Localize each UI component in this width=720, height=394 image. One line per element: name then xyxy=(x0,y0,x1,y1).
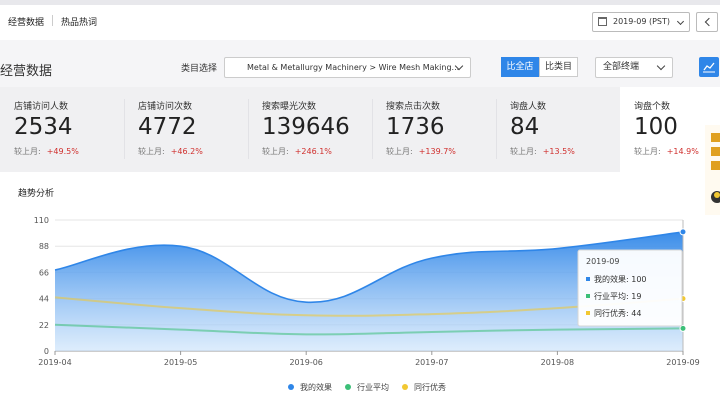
tooltip-marker xyxy=(586,294,590,298)
metric-label: 询盘人数 xyxy=(510,102,547,112)
metric-card[interactable]: 店铺访问次数 4772 较上月: +46.2% xyxy=(124,87,248,172)
metric-delta: +139.7% xyxy=(418,147,456,156)
tooltip-row: 行业平均: 19 xyxy=(594,291,641,301)
metric-comparison-label: 较上月: xyxy=(510,147,537,156)
tooltip-row: 同行优秀: 44 xyxy=(594,308,641,318)
metric-label: 搜索曝光次数 xyxy=(262,102,317,112)
line-chart-icon xyxy=(703,62,715,73)
metric-card[interactable]: 店铺访问人数 2534 较上月: +49.5% xyxy=(0,87,124,172)
metric-comparison: 较上月: +49.5% xyxy=(14,146,79,157)
metric-label: 店铺访问人数 xyxy=(14,102,69,112)
metric-comparison: 较上月: +246.1% xyxy=(262,146,332,157)
y-tick-label: 44 xyxy=(39,295,49,304)
metric-card[interactable]: 搜索曝光次数 139646 较上月: +246.1% xyxy=(248,87,372,172)
metric-label: 询盘个数 xyxy=(634,102,671,112)
metric-value: 2534 xyxy=(14,114,73,140)
tooltip-marker xyxy=(586,277,590,281)
metric-delta: +13.5% xyxy=(542,147,575,156)
legend-dot xyxy=(345,384,351,390)
legend-label: 行业平均 xyxy=(357,383,389,392)
top-bar: 经营数据 热品热词 2019-09 (PST) xyxy=(0,0,720,40)
x-tick-label: 2019-05 xyxy=(164,358,197,367)
terminal-select[interactable]: 全部终端 xyxy=(595,57,673,78)
trend-chart: 0 22 44 66 88 110 2019-04 2019-05 2019-06 2019-07… xyxy=(34,216,700,367)
page-title: 经营数据 xyxy=(0,64,53,79)
tooltip-marker xyxy=(586,311,590,315)
metric-value: 139646 xyxy=(262,114,350,140)
metrics-row: 店铺访问人数 2534 较上月: +49.5% 店铺访问次数 4772 较上月: +… xyxy=(0,87,720,172)
metric-delta: +246.1% xyxy=(294,147,332,156)
x-tick-label: 2019-09 xyxy=(666,358,699,367)
metric-label: 店铺访问次数 xyxy=(138,102,193,112)
y-tick-label: 88 xyxy=(39,242,49,251)
metric-comparison-label: 较上月: xyxy=(14,147,41,156)
y-tick-label: 0 xyxy=(44,347,49,356)
metric-value: 100 xyxy=(634,114,678,140)
x-tick-label: 2019-06 xyxy=(289,358,322,367)
x-tick-label: 2019-04 xyxy=(38,358,71,367)
line-chart-toggle-button[interactable] xyxy=(699,57,719,77)
metric-comparison-label: 较上月: xyxy=(634,147,661,156)
legend-dot xyxy=(402,384,408,390)
x-tick-label: 2019-07 xyxy=(415,358,448,367)
previous-month-button[interactable] xyxy=(696,12,718,32)
metric-comparison-label: 较上月: xyxy=(386,147,413,156)
tooltip-title: 2019-09 xyxy=(586,257,619,266)
metric-comparison: 较上月: +139.7% xyxy=(386,146,456,157)
metric-value: 84 xyxy=(510,114,540,140)
compare-all-store-button[interactable]: 比全店 xyxy=(501,57,539,77)
metric-comparison: 较上月: +13.5% xyxy=(510,146,575,157)
metric-card[interactable]: 搜索点击次数 1736 较上月: +139.7% xyxy=(372,87,496,172)
tooltip-row: 我的效果: 100 xyxy=(594,274,647,284)
metric-value: 4772 xyxy=(138,114,197,140)
calendar-icon xyxy=(598,17,607,26)
terminal-select-value: 全部终端 xyxy=(603,62,640,72)
legend-item-peers[interactable]: 同行优秀 xyxy=(402,382,446,393)
metric-label: 搜索点击次数 xyxy=(386,102,441,112)
metric-value: 1736 xyxy=(386,114,445,140)
data-point xyxy=(679,228,687,236)
date-picker[interactable]: 2019-09 (PST) xyxy=(592,12,690,32)
tab-hot-products[interactable]: 热品热词 xyxy=(61,15,97,28)
metric-card[interactable]: 询盘人数 84 较上月: +13.5% xyxy=(496,87,620,172)
top-strip xyxy=(0,0,720,5)
tab-business-data[interactable]: 经营数据 xyxy=(8,15,44,28)
y-tick-label: 66 xyxy=(39,268,49,277)
metric-delta: +49.5% xyxy=(46,147,79,156)
legend-label: 同行优秀 xyxy=(414,383,446,392)
x-tick-label: 2019-08 xyxy=(541,358,574,367)
chevron-down-icon xyxy=(656,61,666,71)
legend-item-industry[interactable]: 行业平均 xyxy=(345,382,389,393)
legend-item-mine[interactable]: 我的效果 xyxy=(288,382,332,393)
chevron-down-icon xyxy=(676,17,685,26)
category-select[interactable]: Metal & Metallurgy Machinery > Wire Mesh… xyxy=(224,57,471,78)
metric-comparison: 较上月: +46.2% xyxy=(138,146,203,157)
category-label: 类目选择 xyxy=(181,64,218,74)
chevron-left-icon xyxy=(704,17,714,27)
y-tick-label: 22 xyxy=(39,321,49,330)
tab-divider xyxy=(52,15,53,26)
metric-comparison-label: 较上月: xyxy=(262,147,289,156)
compare-category-button[interactable]: 比类目 xyxy=(539,57,578,77)
legend-dot xyxy=(288,384,294,390)
date-picker-value: 2019-09 (PST) xyxy=(613,17,670,26)
y-tick-label: 110 xyxy=(34,216,49,225)
metric-comparison-label: 较上月: xyxy=(138,147,165,156)
metric-comparison: 较上月: +14.9% xyxy=(634,146,699,157)
filter-bar: 经营数据 类目选择 Metal & Metallurgy Machinery >… xyxy=(0,40,720,87)
category-select-value: Metal & Metallurgy Machinery > Wire Mesh… xyxy=(247,63,460,72)
legend-label: 我的效果 xyxy=(300,383,332,392)
trend-analysis-title: 趋势分析 xyxy=(18,189,55,199)
metric-delta: +46.2% xyxy=(170,147,203,156)
metric-delta: +14.9% xyxy=(666,147,699,156)
help-assistant-icon[interactable] xyxy=(705,125,720,215)
